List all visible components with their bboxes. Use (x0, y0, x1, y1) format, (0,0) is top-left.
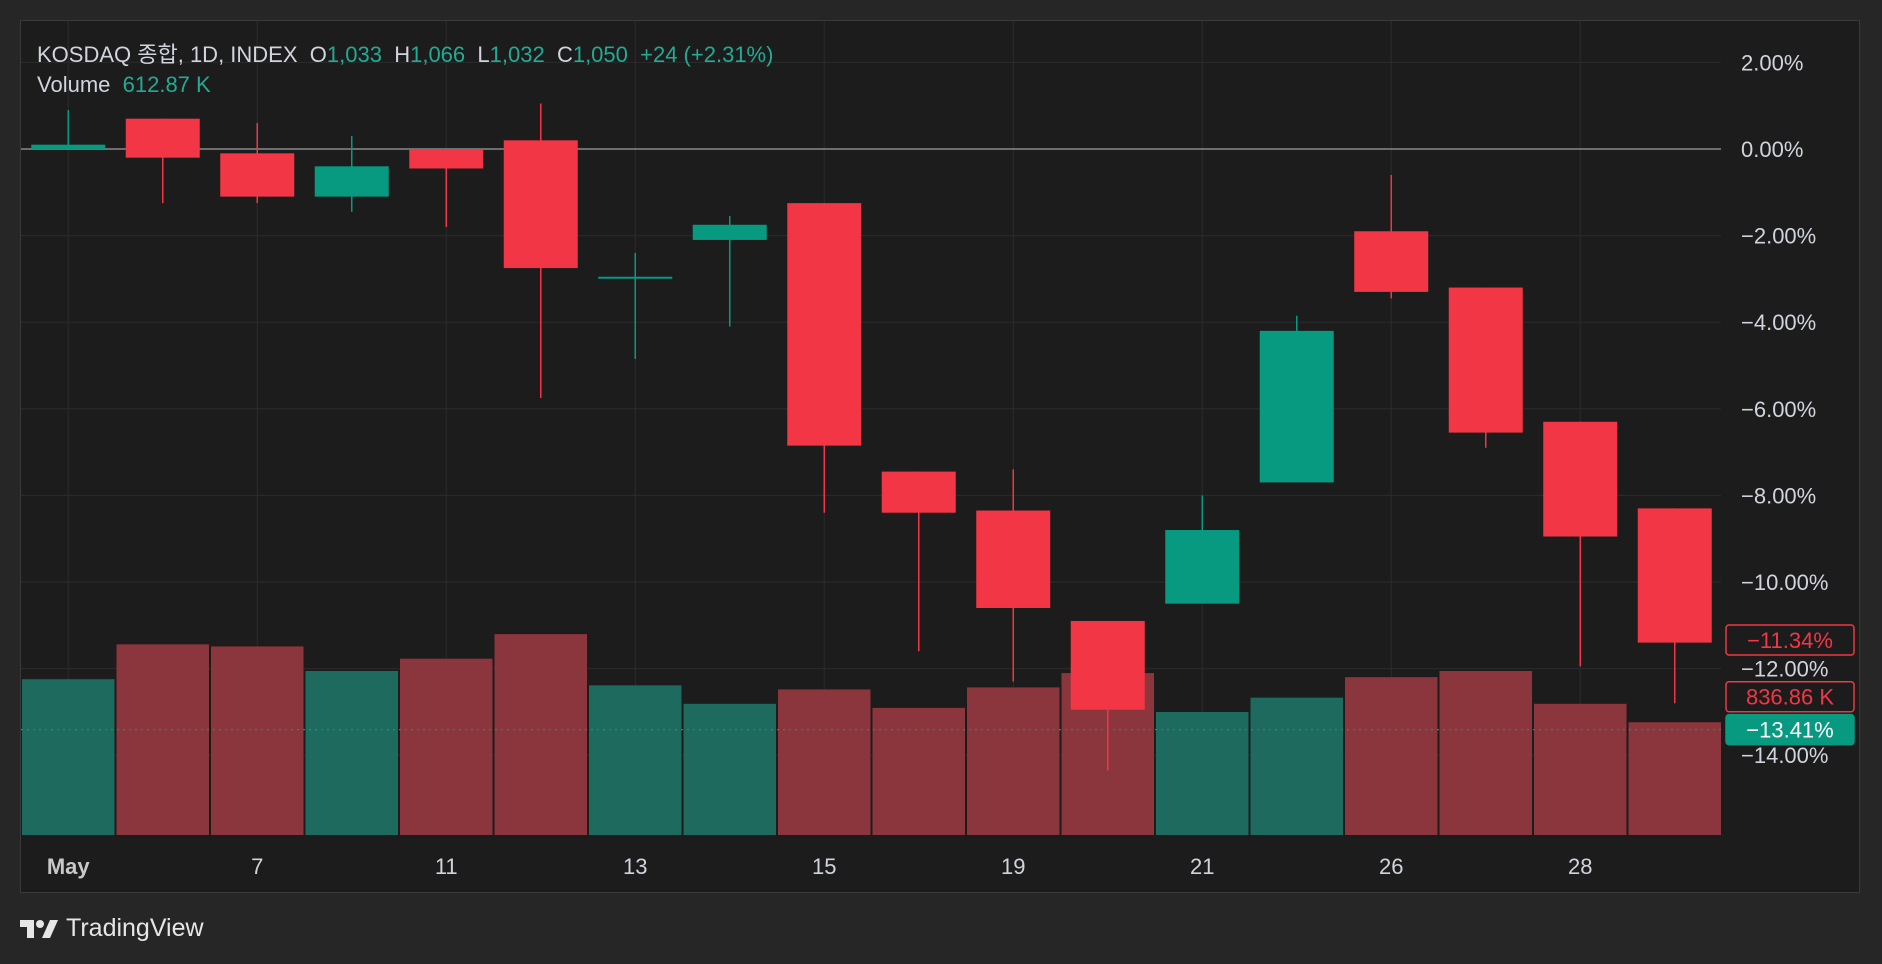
candle-body[interactable] (1354, 231, 1429, 292)
candle-body[interactable] (125, 118, 200, 158)
candle-body[interactable] (409, 149, 484, 169)
y-tick-label: −10.00% (1741, 570, 1828, 595)
x-tick-label: 11 (435, 854, 458, 879)
volume-bar[interactable] (305, 671, 399, 835)
price-label: −13.41% (1746, 718, 1833, 743)
candle-body[interactable] (787, 203, 862, 446)
candle-body[interactable] (881, 471, 956, 513)
candle-body[interactable] (1070, 620, 1145, 710)
tradingview-logo-icon (20, 919, 58, 938)
x-tick-label: 28 (1568, 854, 1592, 879)
y-tick-label: 2.00% (1741, 50, 1803, 75)
volume-label[interactable]: Volume (37, 72, 110, 97)
volume-bar[interactable] (1628, 722, 1722, 835)
candle-body[interactable] (31, 144, 106, 149)
y-tick-label: −6.00% (1741, 397, 1816, 422)
x-tick-label: 21 (1190, 854, 1214, 879)
volume-bar[interactable] (967, 687, 1060, 835)
volume-bar[interactable] (494, 634, 588, 835)
x-tick-label: May (47, 854, 91, 879)
high-label: H (394, 42, 411, 67)
volume-bar[interactable] (589, 685, 682, 835)
x-tick-label: 7 (251, 854, 263, 879)
close-label: C (556, 42, 573, 67)
volume-value: 612.87 K (122, 72, 211, 97)
low-value: 1,032 (489, 42, 545, 67)
volume-bar[interactable] (778, 689, 871, 835)
change-value: +24 (+2.31%) (640, 42, 774, 67)
volume-bar[interactable] (1345, 677, 1438, 835)
candle-body[interactable] (1165, 530, 1240, 604)
y-tick-label: −12.00% (1741, 657, 1828, 682)
volume-bar[interactable] (211, 646, 304, 835)
tradingview-label: TradingView (66, 914, 204, 942)
x-tick-label: 13 (623, 854, 647, 879)
price-label: −11.34% (1747, 628, 1833, 653)
symbol-title[interactable]: KOSDAQ 종합, 1D, INDEX (37, 42, 298, 67)
volume-bar[interactable] (872, 707, 966, 835)
candle-body[interactable] (598, 276, 673, 279)
x-tick-label: 15 (812, 854, 836, 879)
close-value: 1,050 (572, 42, 628, 67)
volume-bar[interactable] (116, 644, 210, 835)
volume-bar[interactable] (1534, 703, 1627, 835)
candle-body[interactable] (1543, 421, 1618, 537)
volume-legend: Volume 612.87 K (37, 72, 211, 98)
high-value: 1,066 (410, 42, 466, 67)
chart-panel[interactable]: 2.00% 0.00% −2.00% −4.00% −6.00% −8.00% −10.00… (20, 20, 1860, 893)
y-tick-label: −8.00% (1741, 483, 1816, 508)
candle-body[interactable] (1259, 330, 1334, 483)
volume-bar[interactable] (1439, 671, 1533, 835)
x-tick-label: 19 (1001, 854, 1025, 879)
volume-bar[interactable] (1250, 697, 1344, 835)
candle-body[interactable] (976, 510, 1051, 608)
candlestick-chart[interactable]: 2.00% 0.00% −2.00% −4.00% −6.00% −8.00% −10.00… (21, 21, 1861, 894)
y-tick-label: 0.00% (1741, 137, 1803, 162)
candle-body[interactable] (503, 140, 578, 269)
y-tick-label: −14.00% (1741, 743, 1828, 768)
candle-body[interactable] (1448, 287, 1523, 433)
open-label: O (309, 42, 327, 67)
candle-body[interactable] (314, 166, 389, 197)
volume-bar[interactable] (400, 658, 493, 835)
symbol-legend: KOSDAQ 종합, 1D, INDEX O1,033 H1,066 L1,03… (37, 37, 773, 69)
tradingview-brand[interactable]: TradingView (20, 914, 204, 943)
y-tick-label: −4.00% (1741, 310, 1816, 335)
volume-bar[interactable] (683, 703, 777, 835)
open-value: 1,033 (326, 42, 382, 67)
y-tick-label: −2.00% (1741, 224, 1816, 249)
price-label: 836.86 K (1746, 685, 1834, 710)
candle-body[interactable] (220, 153, 295, 197)
low-label: L (477, 42, 490, 67)
volume-bar[interactable] (1156, 712, 1249, 835)
candle-body[interactable] (692, 224, 767, 240)
volume-bar[interactable] (22, 679, 115, 835)
x-tick-label: 26 (1379, 854, 1403, 879)
candle-body[interactable] (1637, 508, 1712, 643)
